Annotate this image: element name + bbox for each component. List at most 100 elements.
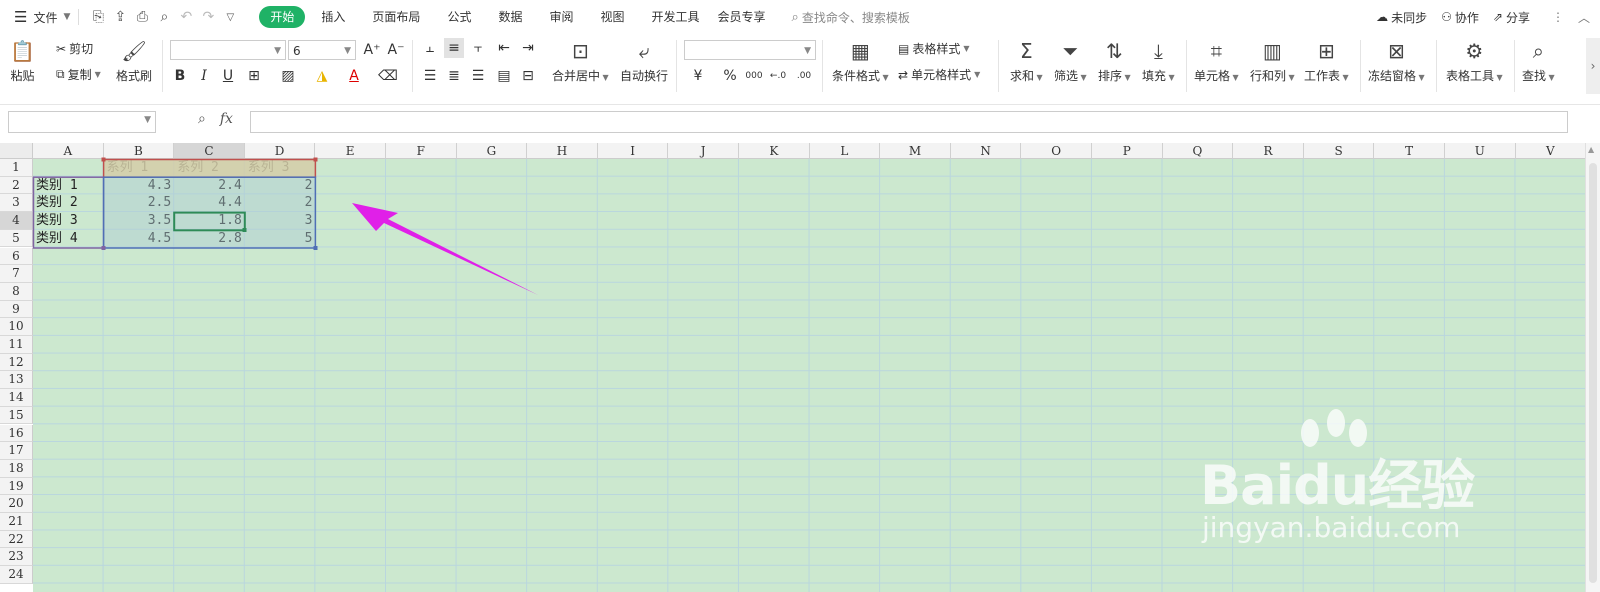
series-header-cell[interactable]: 系列 1 (104, 159, 175, 177)
column-header-r[interactable]: R (1233, 143, 1304, 159)
share-button[interactable]: ⇗ 分享 (1493, 0, 1530, 34)
value-cell[interactable]: 2.8 (174, 230, 245, 248)
tab-insert[interactable]: 插入 (311, 0, 355, 34)
column-header-g[interactable]: G (456, 143, 528, 159)
row-header-17[interactable]: 17 (0, 442, 33, 460)
cell-style-button[interactable]: ⇄ 单元格样式 ▼ (898, 66, 980, 83)
series-header-cell[interactable]: 系列 3 (245, 159, 316, 177)
copy-button[interactable]: ⧉ 复制 ▼ (56, 66, 101, 83)
name-box[interactable]: ▼ (8, 111, 156, 133)
formula-input[interactable] (250, 111, 1568, 133)
row-header-5[interactable]: 5 (0, 229, 33, 248)
column-header-u[interactable]: U (1445, 143, 1516, 159)
row-header-12[interactable]: 12 (0, 353, 33, 372)
column-header-q[interactable]: Q (1162, 143, 1234, 159)
row-header-4[interactable]: 4 (0, 212, 33, 230)
decrease-decimal-icon[interactable]: .00 (794, 66, 814, 86)
column-header-f[interactable]: F (386, 143, 457, 159)
wrap-text-button[interactable]: ⤶ 自动换行 (620, 38, 668, 84)
value-cell[interactable]: 2.4 (174, 177, 245, 195)
value-cell[interactable]: 3 (245, 212, 316, 230)
output-icon[interactable]: ⇪ (109, 0, 131, 34)
value-cell[interactable]: 5 (245, 230, 316, 248)
zoom-icon[interactable]: ⌕ (198, 111, 206, 127)
scroll-up-icon[interactable]: ▲ (1588, 145, 1594, 154)
tab-developer[interactable]: 开发工具 (642, 0, 710, 34)
font-size-select[interactable]: 6 ▼ (288, 40, 356, 60)
column-header-l[interactable]: L (809, 143, 881, 159)
row-header-16[interactable]: 16 (0, 424, 33, 443)
sort-button[interactable]: ⇅ 排序 ▼ (1098, 38, 1131, 84)
column-header-t[interactable]: T (1374, 143, 1445, 159)
row-header-19[interactable]: 19 (0, 477, 33, 496)
tab-data[interactable]: 数据 (481, 0, 539, 34)
conditional-format-button[interactable]: ▦ 条件格式 ▼ (832, 38, 889, 84)
column-header-v[interactable]: V (1515, 143, 1587, 159)
row-header-18[interactable]: 18 (0, 459, 33, 478)
format-painter-button[interactable]: 🖌 格式刷 (116, 38, 152, 84)
save-icon[interactable]: ⎘ (87, 0, 109, 34)
column-header-d[interactable]: D (244, 143, 316, 159)
find-button[interactable]: ⌕ 查找 ▼ (1522, 38, 1555, 84)
underline-icon[interactable]: U (218, 66, 238, 86)
align-bottom-icon[interactable]: ⫟ (468, 38, 488, 58)
row-header-15[interactable]: 15 (0, 406, 33, 425)
column-header-m[interactable]: M (880, 143, 951, 159)
value-cell[interactable]: 2.5 (104, 194, 175, 212)
increase-font-icon[interactable]: A⁺ (362, 40, 382, 60)
column-header-a[interactable]: A (33, 143, 104, 159)
category-cell[interactable]: 类别 2 (33, 194, 104, 212)
collab-button[interactable]: ⚇ 协作 (1441, 0, 1479, 34)
row-header-24[interactable]: 24 (0, 566, 33, 584)
collapse-ribbon-icon[interactable]: ︿ (1578, 0, 1590, 34)
freeze-panes-button[interactable]: ⊠ 冻结窗格 ▼ (1368, 38, 1425, 84)
row-header-20[interactable]: 20 (0, 495, 33, 513)
row-header-23[interactable]: 23 (0, 548, 33, 567)
print-icon[interactable]: ⎙ (131, 0, 153, 34)
tab-view[interactable]: 视图 (583, 0, 641, 34)
row-header-8[interactable]: 8 (0, 282, 33, 301)
row-header-13[interactable]: 13 (0, 371, 33, 390)
tab-member[interactable]: 会员专享 (710, 0, 784, 34)
cut-button[interactable]: ✂ 剪切 (56, 40, 93, 57)
more-icon[interactable]: ⋮ (1552, 0, 1564, 34)
print-preview-icon[interactable]: ⌕ (153, 0, 175, 34)
vertical-scrollbar[interactable]: ▲ (1585, 143, 1600, 592)
category-cell[interactable]: 类别 4 (33, 230, 104, 248)
tab-review[interactable]: 审阅 (539, 0, 583, 34)
row-header-1[interactable]: 1 (0, 159, 33, 177)
thousands-icon[interactable]: 000 (744, 66, 764, 86)
increase-decimal-icon[interactable]: ←.0 (768, 66, 788, 86)
cell-button[interactable]: ⌗ 单元格 ▼ (1194, 38, 1239, 84)
row-header-22[interactable]: 22 (0, 530, 33, 549)
row-col-button[interactable]: ▥ 行和列 ▼ (1250, 38, 1295, 84)
border-icon[interactable]: ⊞ (244, 66, 264, 86)
column-header-j[interactable]: J (668, 143, 739, 159)
column-header-b[interactable]: B (103, 143, 175, 159)
cell-fill-pattern-icon[interactable]: ▨ (278, 66, 298, 86)
table-style-button[interactable]: ▤ 表格样式 ▼ (898, 40, 970, 57)
row-header-21[interactable]: 21 (0, 513, 33, 531)
align-center-icon[interactable]: ≣ (444, 66, 464, 86)
column-header-i[interactable]: I (597, 143, 669, 159)
ribbon-scroll-right-icon[interactable]: › (1586, 38, 1600, 94)
filter-button[interactable]: ⏷ 筛选 ▼ (1054, 38, 1087, 84)
select-all-corner[interactable] (0, 143, 33, 159)
fill-color-icon[interactable]: ◮ (312, 66, 332, 86)
value-cell[interactable]: 4.5 (104, 230, 175, 248)
sync-button[interactable]: ☁ 未同步 (1376, 0, 1427, 34)
category-cell[interactable]: 类别 3 (33, 212, 104, 230)
column-header-n[interactable]: N (950, 143, 1022, 159)
value-cell[interactable]: 2 (245, 177, 316, 195)
command-search[interactable]: ⌕ 查找命令、搜索模板 (792, 0, 910, 34)
column-header-c[interactable]: C (174, 143, 245, 159)
value-cell[interactable]: 3.5 (104, 212, 175, 230)
bold-icon[interactable]: B (170, 66, 190, 86)
tab-page-layout[interactable]: 页面布局 (355, 0, 437, 34)
align-left-icon[interactable]: ☰ (420, 66, 440, 86)
value-cell[interactable]: 1.8 (174, 212, 245, 230)
series-header-cell[interactable]: 系列 2 (174, 159, 245, 177)
row-header-6[interactable]: 6 (0, 247, 33, 266)
column-header-h[interactable]: H (527, 143, 598, 159)
column-header-e[interactable]: E (315, 143, 386, 159)
